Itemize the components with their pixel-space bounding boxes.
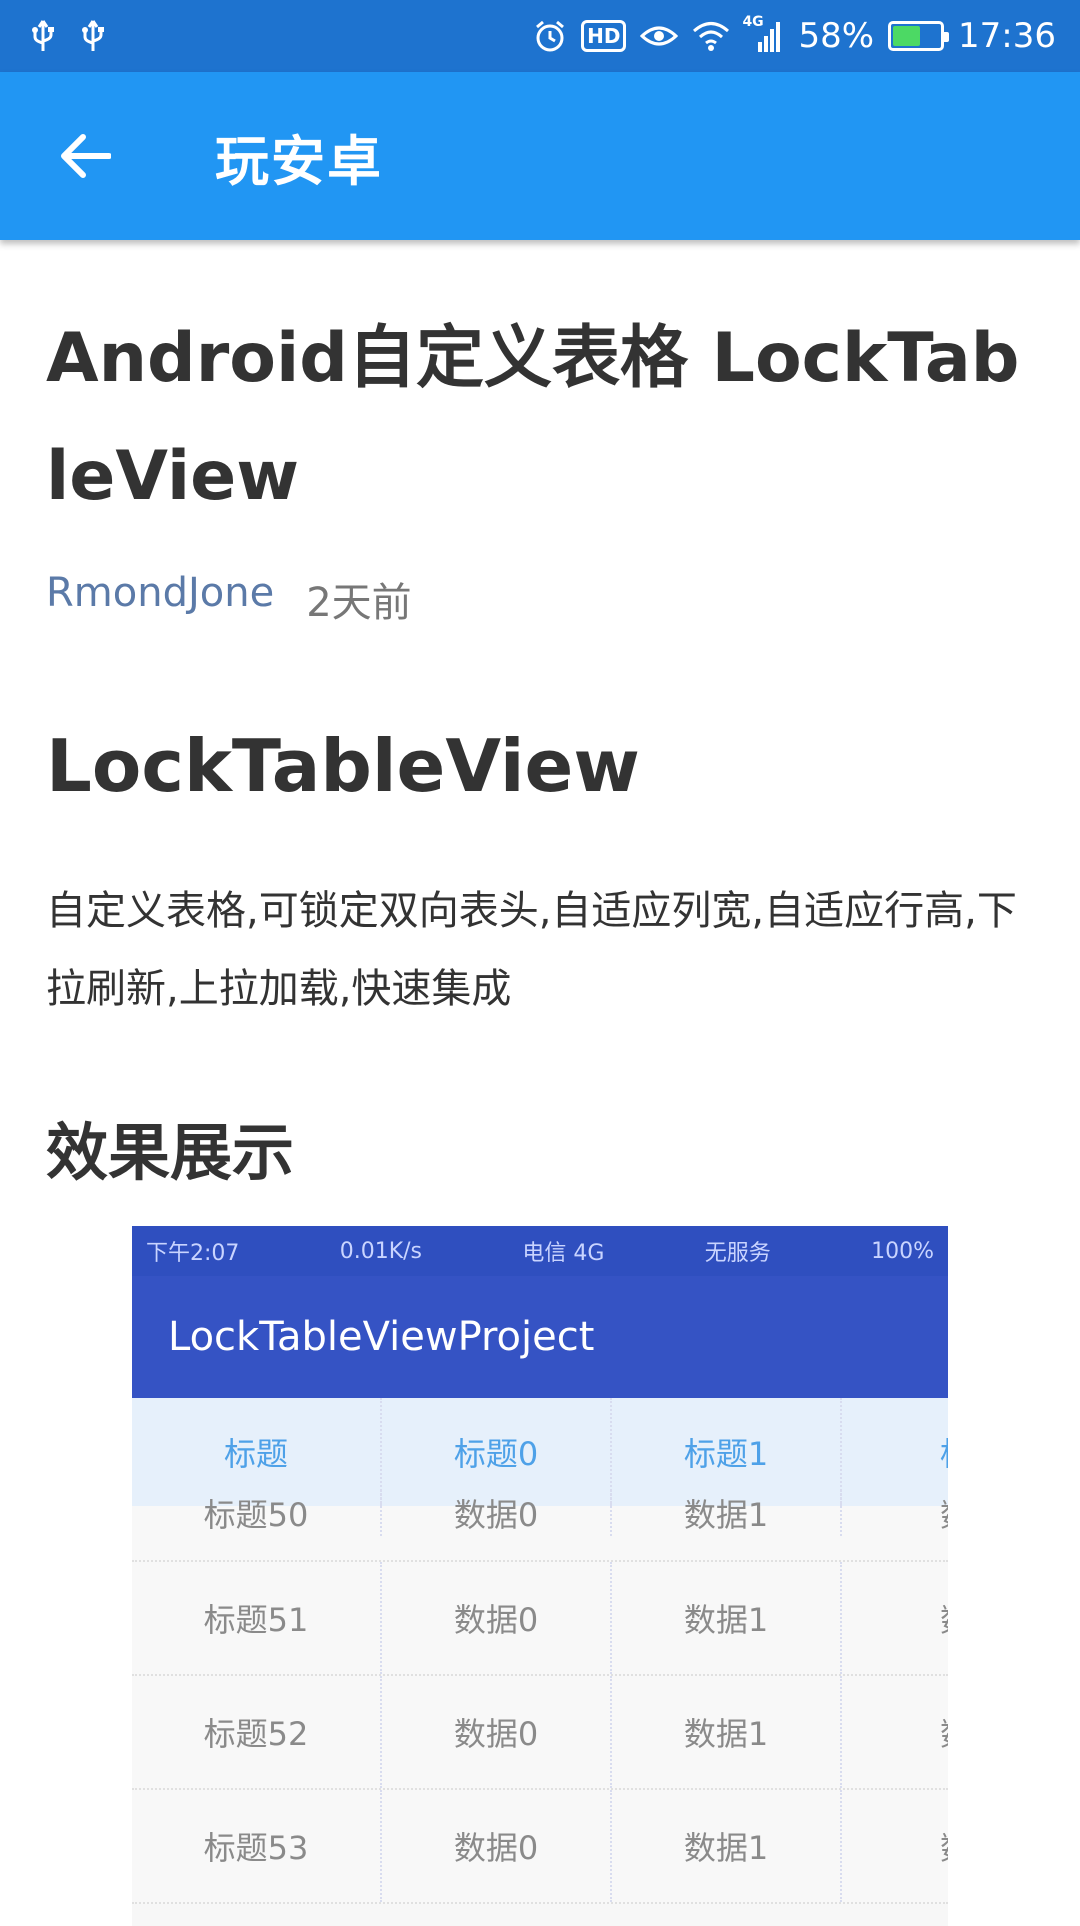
demo-cell: 数据1 — [612, 1490, 842, 1536]
demo-cell: 数据0 — [382, 1676, 612, 1788]
clock: 17:36 — [958, 16, 1056, 56]
usb-icon — [30, 19, 56, 53]
author-link[interactable]: RmondJone — [46, 570, 274, 628]
demo-app-title: LockTableViewProject — [132, 1276, 948, 1398]
arrow-left-icon — [61, 134, 111, 178]
section-heading-main: LockTableView — [46, 724, 640, 808]
demo-status-battery: 100% — [871, 1238, 934, 1264]
article-meta: RmondJone 2天前 — [46, 570, 1036, 628]
demo-cell: 数 — [842, 1490, 948, 1536]
demo-cell: 标题50 — [132, 1490, 382, 1536]
usb-icon — [80, 19, 106, 53]
eye-icon — [640, 22, 679, 50]
demo-cell: 数据0 — [382, 1562, 612, 1674]
demo-cell: 标题52 — [132, 1676, 382, 1788]
demo-cell: 数 — [842, 1676, 948, 1788]
status-right-icons: HD 4G 58% 17:36 — [533, 14, 1056, 56]
demo-status-carrier: 电信 4G — [522, 1241, 605, 1266]
demo-cell: 标题53 — [132, 1790, 382, 1902]
network-type-label: 4G — [742, 14, 764, 30]
battery-fill — [893, 26, 920, 46]
article-title: Android自定义表格 LockTableView — [46, 319, 1020, 516]
demo-screenshot-image[interactable]: 下午2:07 0.01K/s 电信 4G 无服务 100% LockTableV… — [132, 1226, 948, 1926]
article-content: Android自定义表格 LockTableView RmondJone 2天前… — [46, 240, 1036, 1192]
back-button[interactable] — [30, 101, 140, 211]
demo-cell: 数据1 — [612, 1790, 842, 1902]
demo-status-speed: 0.01K/s — [339, 1238, 423, 1264]
demo-cell: 数据1 — [612, 1562, 842, 1674]
demo-cell: 数 — [842, 1562, 948, 1674]
demo-table-row: 标题51 数据0 数据1 数 — [132, 1562, 948, 1676]
hd-icon: HD — [581, 20, 627, 52]
demo-cell: 数据1 — [612, 1676, 842, 1788]
battery-percent: 58% — [798, 16, 875, 56]
demo-cell: 标题51 — [132, 1562, 382, 1674]
article-description: 自定义表格,可锁定双向表头,自适应列宽,自适应行高,下拉刷新,上拉加载,快速集成 — [46, 888, 1017, 1012]
demo-table-row: 标题53 数据0 数据1 数 — [132, 1790, 948, 1904]
demo-cell: 数 — [842, 1790, 948, 1902]
section-heading-demo: 效果展示 — [46, 1116, 295, 1189]
status-bar: HD 4G 58% 17:36 — [0, 0, 1080, 72]
battery-icon — [888, 21, 950, 51]
status-left-icons — [30, 19, 106, 53]
wifi-icon — [692, 20, 730, 52]
demo-status-service: 无服务 — [704, 1241, 771, 1266]
demo-table-row: 标题50 数据0 数据1 数 — [132, 1490, 948, 1562]
demo-table-row: 标题52 数据0 数据1 数 — [132, 1676, 948, 1790]
publish-time: 2天前 — [306, 580, 412, 626]
demo-cell: 数据0 — [382, 1490, 612, 1536]
alarm-icon — [533, 19, 567, 53]
app-toolbar: 玩安卓 — [0, 72, 1080, 240]
cell-signal-icon: 4G — [742, 14, 784, 52]
toolbar-title: 玩安卓 — [215, 129, 383, 193]
demo-status-bar: 下午2:07 0.01K/s 电信 4G 无服务 100% — [132, 1226, 948, 1276]
demo-cell: 数据0 — [382, 1790, 612, 1902]
demo-status-time: 下午2:07 — [146, 1241, 240, 1266]
